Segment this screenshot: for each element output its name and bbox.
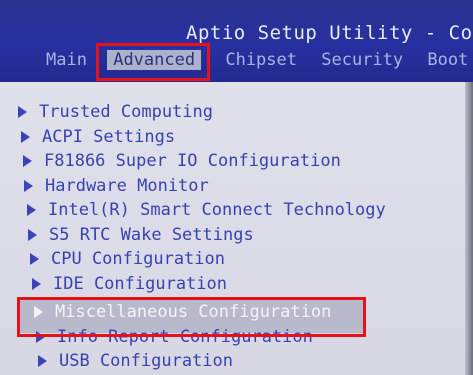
monitor-bezel-edge (465, 82, 473, 375)
header-bar: Aptio Setup Utility - Copy Main Advanced… (0, 0, 473, 82)
tab-boot[interactable]: Boot (427, 50, 468, 70)
submenu-arrow-icon (21, 130, 30, 143)
menu-item-acpi-settings[interactable]: ACPI Settings (18, 125, 473, 150)
advanced-tab-annotation-box (96, 43, 210, 81)
submenu-arrow-icon (27, 204, 36, 216)
menu-item-label: F81866 Super IO Configuration (44, 151, 341, 171)
tab-main[interactable]: Main (46, 50, 87, 70)
menu-item-smart-connect[interactable]: Intel(R) Smart Connect Technology (18, 198, 473, 223)
menu-item-label: USB Configuration (59, 351, 233, 371)
menu-item-label: ACPI Settings (42, 126, 176, 147)
menu-item-ide-configuration[interactable]: IDE Configuration (18, 272, 473, 297)
submenu-arrow-icon (38, 355, 47, 367)
menu-item-label: S5 RTC Wake Settings (49, 224, 254, 245)
submenu-arrow-icon (28, 228, 37, 241)
menu-item-label: CPU Configuration (51, 249, 225, 269)
menu-item-cpu-configuration[interactable]: CPU Configuration (18, 247, 473, 272)
submenu-arrow-icon (30, 253, 39, 265)
menu-item-label: IDE Configuration (53, 273, 227, 294)
app-title: Aptio Setup Utility - Copy (186, 22, 473, 44)
menu-item-trusted-computing[interactable]: Trusted Computing (18, 100, 473, 125)
bios-screen: Aptio Setup Utility - Copy Main Advanced… (0, 0, 473, 375)
menu-item-label: Hardware Monitor (45, 175, 209, 196)
tab-security[interactable]: Security (321, 50, 403, 70)
menu-item-label: Intel(R) Smart Connect Technology (48, 200, 386, 220)
submenu-arrow-icon (18, 106, 27, 118)
menu-item-f81866-super-io[interactable]: F81866 Super IO Configuration (18, 149, 473, 174)
submenu-arrow-icon (24, 179, 33, 192)
menu-item-usb-configuration[interactable]: USB Configuration (18, 349, 473, 374)
submenu-arrow-icon (32, 277, 41, 290)
tab-chipset[interactable]: Chipset (225, 50, 297, 70)
misc-config-annotation-box (17, 297, 366, 337)
menu-item-hardware-monitor[interactable]: Hardware Monitor (18, 174, 473, 199)
menu-item-s5-rtc-wake[interactable]: S5 RTC Wake Settings (18, 223, 473, 248)
menu-item-label: Trusted Computing (39, 102, 213, 122)
submenu-arrow-icon (23, 155, 32, 167)
